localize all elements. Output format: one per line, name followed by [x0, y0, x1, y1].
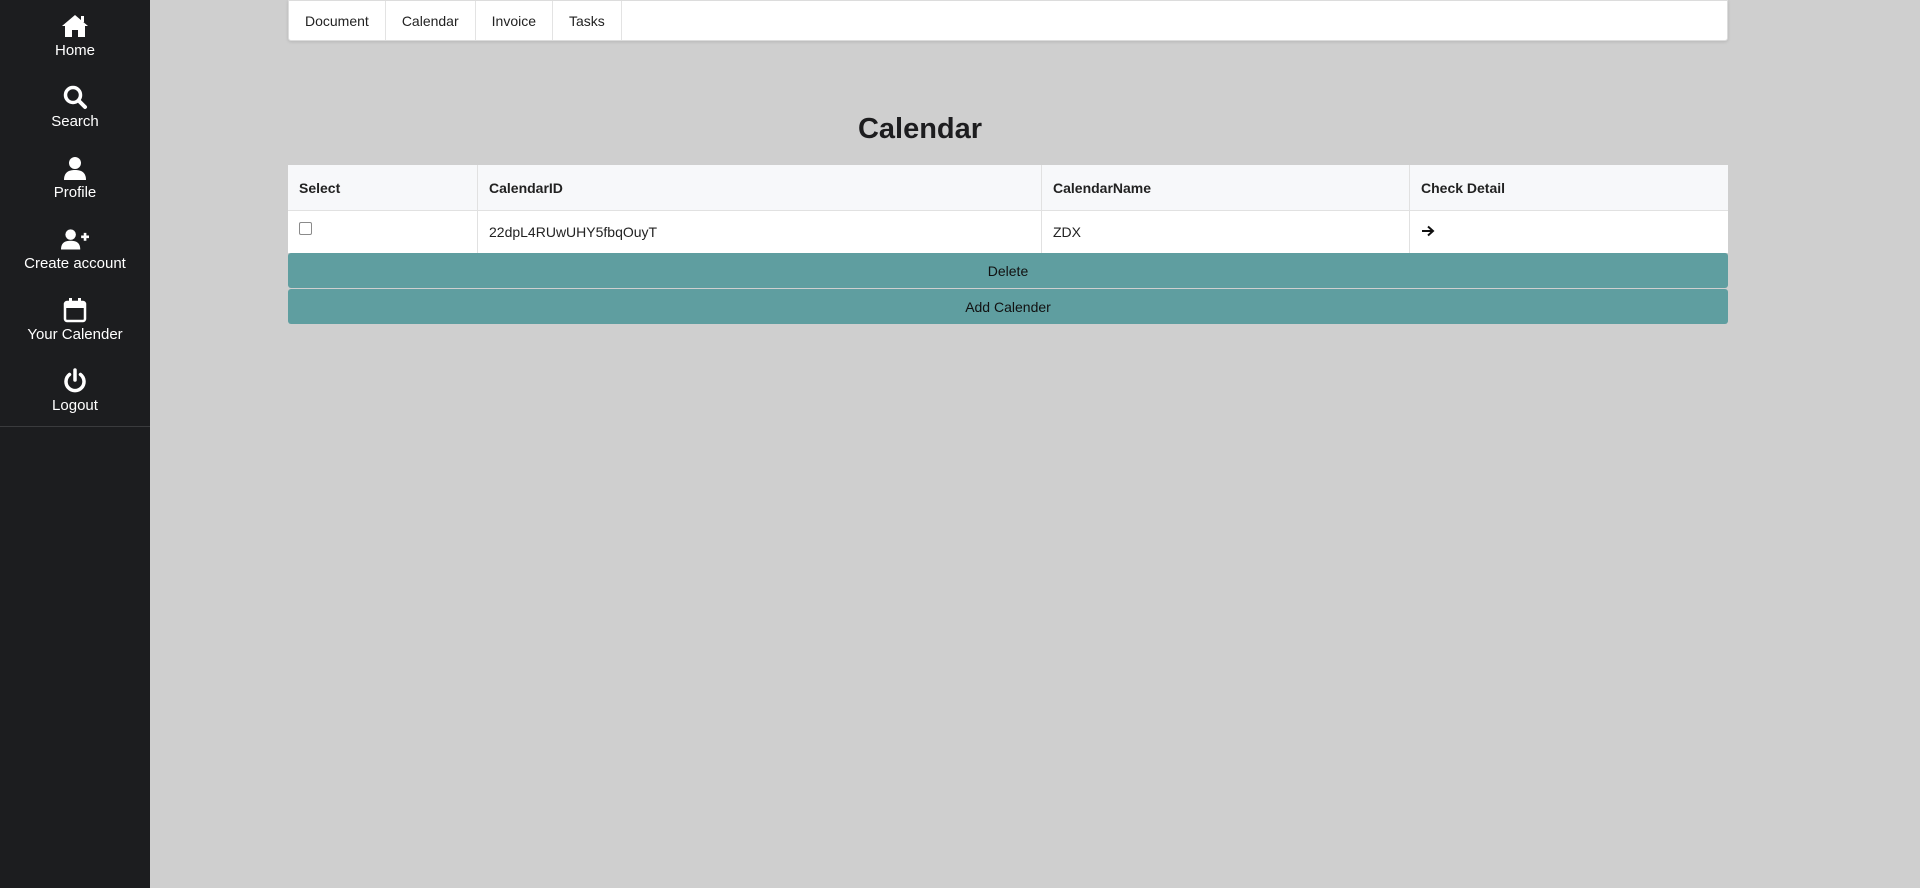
top-nav: Document Calendar Invoice Tasks — [288, 0, 1728, 41]
tab-document[interactable]: Document — [289, 1, 386, 40]
sidebar-item-logout[interactable]: Logout — [0, 355, 150, 426]
table-header-row: Select CalendarID CalendarName Check Det… — [288, 165, 1728, 211]
sidebar-item-label: Logout — [52, 397, 98, 414]
calendar-table: Select CalendarID CalendarName Check Det… — [288, 165, 1728, 253]
calendar-id-cell: 22dpL4RUwUHY5fbqOuyT — [477, 210, 1042, 253]
sidebar-item-your-calender[interactable]: Your Calender — [0, 284, 150, 355]
sidebar: Home Search Profile Create account Your … — [0, 0, 150, 888]
calendar-icon — [61, 296, 89, 324]
sidebar-item-label: Create account — [24, 255, 126, 272]
add-calender-button[interactable]: Add Calender — [288, 289, 1728, 324]
user-icon — [61, 154, 89, 182]
header-check-detail: Check Detail — [1409, 165, 1728, 211]
home-icon — [61, 12, 89, 40]
page-title: Calendar — [857, 113, 983, 145]
search-icon — [61, 83, 89, 111]
sidebar-item-label: Search — [51, 113, 99, 130]
header-select: Select — [288, 165, 478, 211]
arrow-right-icon[interactable] — [1421, 224, 1435, 240]
sidebar-item-search[interactable]: Search — [0, 71, 150, 142]
sidebar-divider — [0, 426, 150, 427]
select-cell — [288, 210, 478, 253]
power-icon — [61, 367, 89, 395]
sidebar-item-label: Profile — [53, 184, 97, 201]
row-select-checkbox[interactable] — [299, 222, 312, 235]
delete-button[interactable]: Delete — [288, 253, 1728, 288]
calendar-table-container: Select CalendarID CalendarName Check Det… — [288, 165, 1728, 253]
tab-tasks[interactable]: Tasks — [553, 1, 622, 40]
table-row: 22dpL4RUwUHY5fbqOuyT ZDX — [288, 210, 1729, 254]
tab-invoice[interactable]: Invoice — [476, 1, 553, 40]
check-detail-cell — [1410, 211, 1729, 254]
header-calendar-name: CalendarName — [1041, 165, 1410, 211]
sidebar-item-home[interactable]: Home — [0, 0, 150, 71]
sidebar-item-profile[interactable]: Profile — [0, 142, 150, 213]
sidebar-item-create-account[interactable]: Create account — [0, 213, 150, 284]
user-plus-icon — [61, 225, 89, 253]
header-calendar-id: CalendarID — [477, 165, 1042, 211]
sidebar-item-label: Home — [54, 42, 95, 59]
tab-calendar[interactable]: Calendar — [386, 1, 476, 40]
calendar-name-cell: ZDX — [1041, 210, 1410, 253]
sidebar-item-label: Your Calender — [27, 326, 123, 343]
